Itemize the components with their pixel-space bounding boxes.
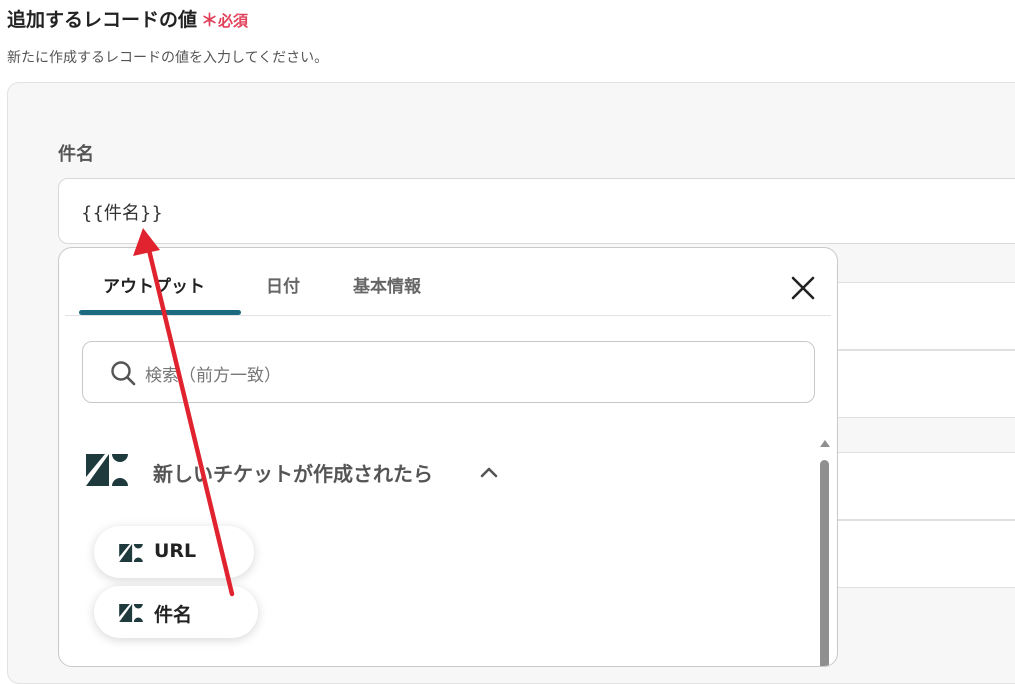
- scrollbar-thumb[interactable]: [820, 460, 829, 666]
- search-icon: [111, 361, 136, 386]
- chevron-up-icon[interactable]: [479, 462, 499, 482]
- close-icon: [791, 276, 815, 300]
- tab-basic-info[interactable]: 基本情報: [353, 272, 421, 297]
- scroll-up-icon[interactable]: [819, 438, 831, 448]
- subject-input-value: {{件名}}: [81, 203, 163, 224]
- section-title: 追加するレコードの値 ＊必須: [7, 5, 248, 32]
- output-picker-popup: アウトプット 日付 基本情報 検索（前方一致） 新しいチケットが作成されたら U…: [58, 247, 838, 667]
- output-item-label: 件名: [154, 604, 193, 626]
- background-field: [836, 452, 1015, 520]
- section-title-text: 追加するレコードの値: [7, 9, 198, 31]
- background-field: [836, 282, 1015, 350]
- tab-divider: [65, 315, 831, 316]
- zendesk-logo-icon: [86, 454, 128, 486]
- required-label: 必須: [218, 12, 249, 30]
- search-placeholder: 検索（前方一致）: [145, 366, 281, 386]
- output-item-label: URL: [154, 540, 197, 562]
- subject-input[interactable]: {{件名}}: [58, 178, 1015, 244]
- background-field: [836, 350, 1015, 418]
- trigger-group-title: 新しいチケットが作成されたら: [153, 462, 433, 486]
- zendesk-logo-icon: [119, 544, 143, 562]
- background-field: [836, 520, 1015, 588]
- output-item-subject[interactable]: 件名: [94, 586, 258, 638]
- output-item-url[interactable]: URL: [94, 526, 254, 578]
- tab-date[interactable]: 日付: [266, 272, 300, 297]
- search-input[interactable]: 検索（前方一致）: [82, 341, 815, 403]
- field-label-subject: 件名: [58, 144, 94, 165]
- tab-output[interactable]: アウトプット: [103, 272, 205, 297]
- zendesk-logo-icon: [119, 604, 143, 622]
- section-description: 新たに作成するレコードの値を入力してください。: [7, 50, 329, 66]
- close-button[interactable]: [785, 270, 821, 306]
- required-asterisk-icon: ＊: [201, 11, 219, 31]
